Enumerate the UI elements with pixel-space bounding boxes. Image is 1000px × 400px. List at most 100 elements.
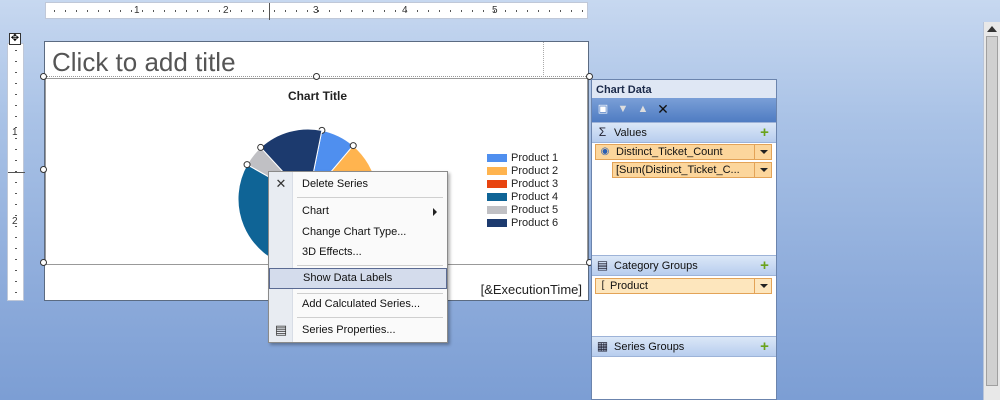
- ruler-tick: [538, 10, 539, 12]
- section-label: Values: [614, 127, 647, 139]
- ruler-tick: [142, 10, 143, 12]
- menu-separator: [297, 197, 443, 198]
- menu-separator: [297, 317, 443, 318]
- series-groups-header: ▦ Series Groups +: [592, 336, 776, 357]
- legend-label: Product 4: [511, 190, 559, 203]
- add-icon[interactable]: +: [758, 258, 771, 273]
- vertical-scrollbar[interactable]: [983, 22, 1000, 400]
- ruler-tick: [560, 10, 561, 12]
- values-subfield[interactable]: [Sum(Distinct_Ticket_C...: [612, 162, 772, 178]
- menu-item-change-chart-type[interactable]: Change Chart Type...: [269, 222, 447, 243]
- ruler-tick: [15, 160, 17, 161]
- legend-swatch: [487, 192, 507, 201]
- ruler-tick: [15, 292, 17, 293]
- field-label: Product: [610, 280, 648, 292]
- chevron-down-icon[interactable]: [754, 144, 771, 160]
- ruler-tick: [263, 10, 264, 12]
- list-icon: ▤: [596, 258, 609, 272]
- scroll-up-icon[interactable]: [987, 26, 997, 32]
- legend-swatch: [487, 166, 507, 175]
- resize-handle[interactable]: [40, 73, 47, 80]
- ruler-tick: [373, 10, 374, 12]
- menu-item-label: Series Properties...: [302, 324, 396, 336]
- ruler-tick: [582, 10, 583, 12]
- slice-handle[interactable]: [243, 161, 251, 169]
- execution-time-field[interactable]: [&ExecutionTime]: [481, 282, 582, 297]
- slice-handle[interactable]: [257, 143, 265, 151]
- ruler-tick: [527, 10, 528, 12]
- section-label: Category Groups: [614, 260, 698, 272]
- properties-icon[interactable]: ▣: [595, 101, 611, 117]
- field-label: [Sum(Distinct_Ticket_C...: [616, 164, 740, 176]
- move-down-icon[interactable]: ▼: [615, 101, 631, 117]
- ruler-tick: [15, 248, 17, 249]
- ruler-tick: [494, 10, 495, 12]
- add-icon[interactable]: +: [758, 339, 771, 354]
- chevron-down-icon[interactable]: [754, 278, 771, 294]
- menu-item-label: Chart: [302, 205, 329, 217]
- ruler-tick: [15, 171, 17, 172]
- ruler-tick: [549, 10, 550, 12]
- resize-handle[interactable]: [40, 166, 47, 173]
- resize-handle[interactable]: [40, 259, 47, 266]
- ruler-tick: [15, 281, 17, 282]
- scrollbar-thumb[interactable]: [986, 36, 998, 386]
- report-title-box[interactable]: Click to add title: [45, 42, 588, 77]
- ruler-tick: [15, 215, 17, 216]
- ruler-tick: [395, 10, 396, 12]
- ruler-tick: [15, 182, 17, 183]
- chart-legend[interactable]: Product 1 Product 2 Product 3 Product 4 Prod…: [487, 151, 558, 229]
- report-title-placeholder[interactable]: Click to add title: [52, 47, 236, 78]
- ruler-tick: [461, 10, 462, 12]
- ruler-tick: [384, 10, 385, 12]
- legend-item: Product 6: [487, 216, 558, 229]
- ruler-tick: [15, 270, 17, 271]
- delete-icon[interactable]: ✕: [655, 101, 671, 117]
- ruler-tick: [15, 204, 17, 205]
- ruler-tick: [230, 10, 231, 12]
- values-field[interactable]: ◉ Distinct_Ticket_Count: [595, 144, 772, 160]
- ruler-tick: [87, 10, 88, 12]
- menu-item-delete-series[interactable]: ✕ Delete Series: [269, 174, 447, 195]
- ruler-tick: [285, 10, 286, 12]
- legend-swatch: [487, 179, 507, 188]
- legend-item: Product 4: [487, 190, 558, 203]
- legend-item: Product 3: [487, 177, 558, 190]
- ruler-tick: [329, 10, 330, 12]
- ruler-tick: [175, 10, 176, 12]
- ruler-tick: [219, 10, 220, 12]
- chevron-down-icon[interactable]: [754, 162, 771, 178]
- ruler-tick: [516, 10, 517, 12]
- legend-item: Product 1: [487, 151, 558, 164]
- ruler-number: 1: [12, 127, 18, 138]
- add-icon[interactable]: +: [758, 125, 771, 140]
- category-field[interactable]: [ Product: [595, 278, 772, 294]
- title-divider: [543, 42, 544, 77]
- legend-swatch: [487, 205, 507, 214]
- ruler-tick: [318, 10, 319, 12]
- menu-item-show-data-labels[interactable]: Show Data Labels: [269, 268, 447, 289]
- ruler-tick: [274, 10, 275, 12]
- ruler-tick: [505, 10, 506, 12]
- menu-item-label: Change Chart Type...: [302, 226, 407, 238]
- submenu-arrow-icon: [433, 208, 437, 216]
- field-label: Distinct_Ticket_Count: [616, 146, 723, 158]
- menu-item-3d-effects[interactable]: 3D Effects...: [269, 242, 447, 263]
- slice-handle[interactable]: [349, 142, 357, 150]
- chart-data-panel[interactable]: Chart Data ▣ ▼ ▲ ✕ Σ Values + ◉ Distinct…: [591, 79, 777, 400]
- ruler-tick: [15, 94, 17, 95]
- resize-handle[interactable]: [313, 73, 320, 80]
- move-up-icon[interactable]: ▲: [635, 101, 651, 117]
- ruler-tick: [153, 10, 154, 12]
- ruler-tick: [15, 138, 17, 139]
- context-menu[interactable]: ✕ Delete Series Chart Change Chart Type.…: [268, 171, 448, 343]
- menu-item-chart[interactable]: Chart: [269, 201, 447, 222]
- ruler-tick: [15, 72, 17, 73]
- menu-item-add-calculated-series[interactable]: Add Calculated Series...: [269, 294, 447, 315]
- move-icon[interactable]: ✥: [9, 33, 21, 45]
- ruler-tick: [54, 10, 55, 12]
- ruler-tick: [109, 10, 110, 12]
- legend-swatch: [487, 153, 507, 162]
- menu-item-series-properties[interactable]: ▤ Series Properties...: [269, 320, 447, 341]
- menu-separator: [297, 265, 443, 266]
